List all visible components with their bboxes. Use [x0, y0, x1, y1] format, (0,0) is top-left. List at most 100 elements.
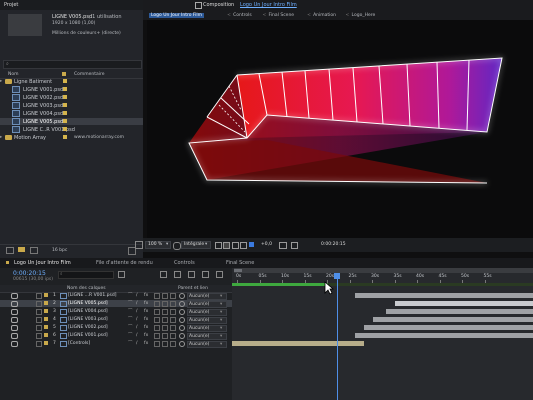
label-color-swatch[interactable]	[63, 111, 67, 115]
motion-blur-switch[interactable]	[162, 317, 168, 323]
adjustment-switch[interactable]	[170, 333, 176, 339]
mask-visibility-icon[interactable]	[232, 242, 239, 249]
project-item[interactable]: ▸ Ligne Batiment	[0, 78, 143, 85]
shy-switch-icon[interactable]: ⌒	[128, 293, 133, 298]
graph-editor-icon[interactable]	[216, 271, 223, 278]
show-snapshot-icon[interactable]	[291, 242, 298, 249]
frame-blend-switch[interactable]	[154, 333, 160, 339]
layer-name[interactable]: [LIGNE V004.psd]	[68, 309, 108, 314]
shy-switch-icon[interactable]: ⌒	[128, 317, 133, 322]
layer-row[interactable]: 2 [LIGNE V005.psd] ⌒ / fx Aucun(e) ▾	[0, 300, 232, 308]
pick-whip-icon[interactable]	[179, 341, 185, 347]
label-color-swatch[interactable]	[63, 79, 67, 83]
column-name[interactable]: Nom	[8, 72, 19, 77]
lock-icon[interactable]	[36, 293, 42, 299]
label-color-swatch[interactable]	[44, 325, 48, 329]
lock-icon[interactable]	[195, 2, 202, 9]
adjustment-switch[interactable]	[170, 293, 176, 299]
pick-whip-icon[interactable]	[179, 333, 185, 339]
motion-blur-icon[interactable]	[202, 271, 209, 278]
transparency-grid-icon[interactable]	[223, 242, 230, 249]
parent-select[interactable]: Aucun(e) ▾	[187, 293, 227, 300]
pick-whip-icon[interactable]	[179, 301, 185, 307]
motion-blur-switch[interactable]	[162, 341, 168, 347]
label-color-swatch[interactable]	[44, 301, 48, 305]
label-color-swatch[interactable]	[63, 135, 67, 139]
layer-name[interactable]: [LIGNE V005.psd]	[68, 301, 108, 306]
parent-select[interactable]: Aucun(e) ▾	[187, 325, 227, 332]
lock-icon[interactable]	[36, 317, 42, 323]
adjustment-switch[interactable]	[170, 301, 176, 307]
lock-icon[interactable]	[36, 325, 42, 331]
exposure-value[interactable]: +0,0	[261, 242, 272, 247]
layer-duration-bar[interactable]	[355, 293, 533, 298]
quality-switch-icon[interactable]: /	[136, 301, 138, 306]
parent-select[interactable]: Aucun(e) ▾	[187, 341, 227, 348]
shy-switch-icon[interactable]: ⌒	[128, 325, 133, 330]
fast-previews-icon[interactable]	[215, 242, 222, 249]
draft-3d-icon[interactable]	[160, 271, 167, 278]
camera-icon[interactable]	[279, 242, 287, 249]
comp-mini-flowchart-icon[interactable]	[118, 271, 125, 278]
layer-row[interactable]: 3 [LIGNE V004.psd] ⌒ / fx Aucun(e) ▾	[0, 308, 232, 316]
motion-blur-switch[interactable]	[162, 325, 168, 331]
pick-whip-icon[interactable]	[179, 317, 185, 323]
layer-row[interactable]: 5 [LIGNE V002.psd] ⌒ / fx Aucun(e) ▾	[0, 324, 232, 332]
project-item[interactable]: LIGNE V002.psd	[0, 94, 143, 101]
label-color-swatch[interactable]	[63, 87, 67, 91]
breadcrumb-item[interactable]: Logo Un Jour Intro Film	[149, 13, 205, 18]
adjustment-switch[interactable]	[170, 309, 176, 315]
breadcrumb-item[interactable]: Logo_Here	[352, 13, 376, 18]
label-color-swatch[interactable]	[63, 119, 67, 123]
channel-icon[interactable]	[249, 242, 254, 247]
effects-switch-icon[interactable]: fx	[144, 309, 148, 314]
lock-icon[interactable]	[36, 333, 42, 339]
label-color-swatch[interactable]	[44, 341, 48, 345]
search-input[interactable]: ⌕	[3, 60, 142, 69]
quality-switch-icon[interactable]: /	[136, 317, 138, 322]
frame-blend-switch[interactable]	[154, 317, 160, 323]
layer-duration-bar[interactable]	[355, 333, 533, 338]
layer-row[interactable]: 6 [LIGNE V001.psd] ⌒ / fx Aucun(e) ▾	[0, 332, 232, 340]
tab-project[interactable]: Projet	[4, 2, 18, 8]
lock-icon[interactable]	[36, 341, 42, 347]
shy-switch-icon[interactable]: ⌒	[128, 341, 133, 346]
quality-switch-icon[interactable]: /	[136, 293, 138, 298]
effects-switch-icon[interactable]: fx	[144, 317, 148, 322]
effects-switch-icon[interactable]: fx	[144, 293, 148, 298]
layer-name[interactable]: [LIGNE V001.psd]	[68, 333, 108, 338]
composition-viewer[interactable]	[147, 20, 533, 238]
snapshot-icon[interactable]	[173, 242, 181, 250]
layer-name[interactable]: [LIGNE ...R V001.psd]	[68, 293, 116, 298]
visibility-eye-icon[interactable]	[11, 301, 18, 307]
frame-blend-switch[interactable]	[154, 301, 160, 307]
breadcrumb-item[interactable]: Final Scene	[269, 13, 295, 18]
quality-switch-icon[interactable]: /	[136, 309, 138, 314]
visibility-eye-icon[interactable]	[11, 341, 18, 347]
playhead[interactable]	[337, 274, 339, 400]
layer-duration-bar[interactable]	[373, 317, 533, 322]
project-item[interactable]: LIGNE V004.psd	[0, 110, 143, 117]
resolution-select[interactable]: Intégrale ▾	[181, 241, 211, 249]
adjustment-switch[interactable]	[170, 341, 176, 347]
disclosure-triangle-icon[interactable]: ▸	[0, 135, 2, 140]
frame-blend-switch[interactable]	[154, 341, 160, 347]
frame-blend-switch[interactable]	[154, 325, 160, 331]
column-comment[interactable]: Commentaire	[74, 72, 105, 77]
label-color-swatch[interactable]	[63, 103, 67, 107]
lock-icon[interactable]	[36, 301, 42, 307]
shy-layers-icon[interactable]	[174, 271, 181, 278]
effects-switch-icon[interactable]: fx	[144, 301, 148, 306]
lock-icon[interactable]	[36, 309, 42, 315]
layer-duration-bar[interactable]	[385, 309, 533, 314]
work-area-start-handle[interactable]	[234, 269, 242, 272]
new-composition-icon[interactable]	[30, 247, 38, 254]
parent-select[interactable]: Aucun(e) ▾	[187, 317, 227, 324]
shy-switch-icon[interactable]: ⌒	[128, 333, 133, 338]
frame-blend-switch[interactable]	[154, 309, 160, 315]
project-item[interactable]: ▸ Motion Array www.motionarray.com	[0, 134, 143, 141]
shy-switch-icon[interactable]: ⌒	[128, 301, 133, 306]
current-time-indicator[interactable]	[334, 273, 341, 279]
layer-duration-bar[interactable]	[232, 341, 365, 346]
motion-blur-switch[interactable]	[162, 309, 168, 315]
